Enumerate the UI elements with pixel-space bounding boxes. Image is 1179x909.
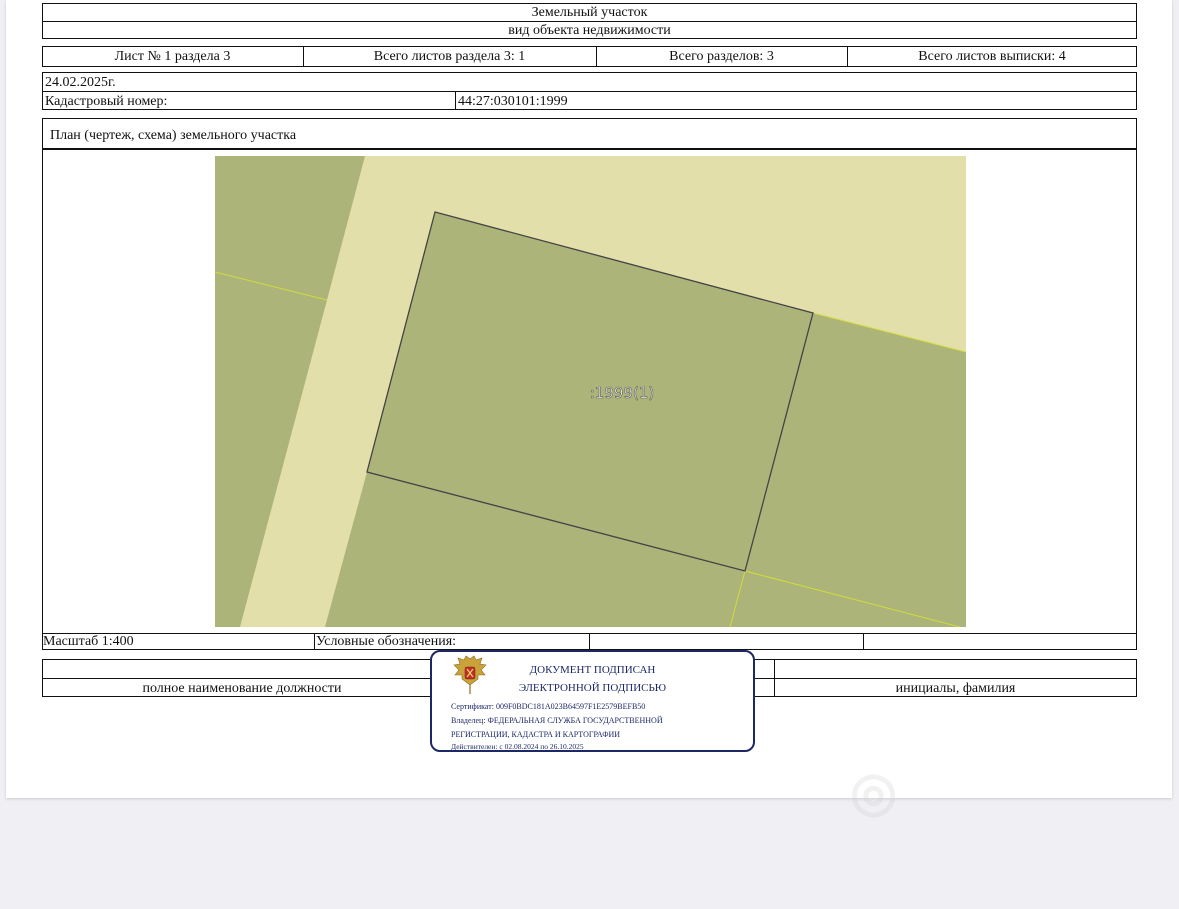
sections-total: Всего разделов: 3: [669, 49, 774, 64]
sheets-total: Всего листов выписки: 4: [918, 49, 1066, 64]
validity-period: Действителен: с 02.08.2024 по 26.10.2025: [451, 742, 584, 751]
signed-line-1: ДОКУМЕНТ ПОДПИСАН: [529, 664, 656, 676]
object-type-title: Земельный участок: [531, 5, 648, 20]
signed-line-2: ЭЛЕКТРОННОЙ ПОДПИСЬЮ: [518, 682, 667, 694]
sheet-number: Лист № 1 раздела 3: [114, 49, 231, 64]
plan-map: :1999(1): [215, 156, 966, 627]
object-type-subtitle: вид объекта недвижимости: [508, 23, 671, 38]
electronic-signature-stamp: ДОКУМЕНТ ПОДПИСАН ЭЛЕКТРОННОЙ ПОДПИСЬЮ С…: [430, 650, 755, 752]
owner-line-1: Владелец: ФЕДЕРАЛЬНАЯ СЛУЖБА ГОСУДАРСТВЕ…: [451, 716, 663, 725]
parcel-label: :1999(1): [590, 384, 654, 402]
legend-label: Условные обозначения:: [316, 634, 457, 649]
watermark-logo: ◎: [850, 762, 900, 822]
scale-label: Масштаб 1:400: [43, 634, 134, 649]
record-date: 24.02.2025г.: [45, 75, 116, 90]
owner-line-2: РЕГИСТРАЦИИ, КАДАСТРА И КАРТОГРАФИИ: [451, 730, 621, 739]
sheets-in-section: Всего листов раздела 3: 1: [373, 49, 526, 64]
cadastral-number-value: 44:27:030101:1999: [458, 94, 568, 109]
plan-title: План (чертеж, схема) земельного участка: [50, 128, 297, 143]
certificate-number: Сертификат: 009F0BDC181A023B64597F1E2579…: [451, 702, 646, 711]
initials-caption: инициалы, фамилия: [895, 681, 1016, 696]
position-caption: полное наименование должности: [142, 681, 342, 696]
cadastral-number-label: Кадастровый номер:: [45, 94, 168, 109]
